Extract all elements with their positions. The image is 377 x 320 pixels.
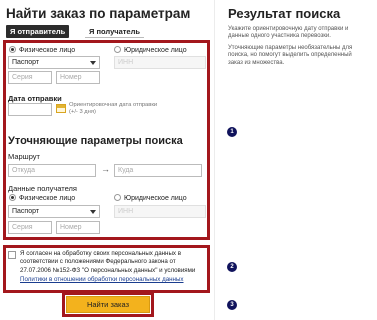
receiver-number-input[interactable]: Номер xyxy=(56,221,100,234)
panel-divider xyxy=(214,0,215,320)
route-label: Маршрут xyxy=(8,152,40,161)
result-instructions: Укажите ориентировочную дату отправки и … xyxy=(228,26,349,40)
radio-icon xyxy=(114,194,121,201)
sender-type-individual[interactable]: Физическое лицо xyxy=(9,46,75,56)
radio-selected-icon xyxy=(9,46,16,53)
step-badge-2: 2 xyxy=(227,262,237,272)
privacy-policy-link[interactable]: Политики в отношении обработки персональ… xyxy=(20,276,184,283)
refine-title: Уточняющие параметры поиска xyxy=(8,135,183,147)
receiver-series-input[interactable]: Серия xyxy=(8,221,52,234)
receiver-doc-type-select[interactable]: Паспорт xyxy=(8,205,100,218)
dispatch-date-input[interactable] xyxy=(8,103,52,116)
consent-checkbox[interactable] xyxy=(8,251,16,259)
tab-sender[interactable]: Я отправитель xyxy=(6,25,70,38)
sender-inn-input[interactable]: ИНН xyxy=(114,56,206,69)
receiver-data-label: Данные получателя xyxy=(8,184,77,193)
receiver-type-legal[interactable]: Юридическое лицо xyxy=(114,194,187,204)
chevron-down-icon xyxy=(90,210,96,214)
dispatch-date-hint: Ориентировочная дата отправки (+/- 3 дня… xyxy=(69,102,158,115)
page-title: Найти заказ по параметрам xyxy=(6,6,191,21)
sender-number-input[interactable]: Номер xyxy=(56,71,100,84)
dispatch-date-label: Дата отправки xyxy=(8,94,62,103)
radio-selected-icon xyxy=(9,194,16,201)
consent-text: Я согласен на обработку своих персональн… xyxy=(20,250,196,274)
result-refine-note: Уточняющие параметры необязательны для п… xyxy=(228,45,353,66)
sender-doc-type-select[interactable]: Паспорт xyxy=(8,56,100,69)
chevron-down-icon xyxy=(90,61,96,65)
radio-icon xyxy=(114,46,121,53)
sender-series-input[interactable]: Серия xyxy=(8,71,52,84)
receiver-inn-input[interactable]: ИНН xyxy=(114,205,206,218)
tab-receiver[interactable]: Я получатель xyxy=(85,25,144,38)
result-title: Результат поиска xyxy=(228,6,341,21)
receiver-type-individual[interactable]: Физическое лицо xyxy=(9,194,75,204)
route-to-input[interactable]: Куда xyxy=(114,164,202,177)
route-from-input[interactable]: Откуда xyxy=(8,164,96,177)
calendar-icon[interactable] xyxy=(56,104,66,113)
step-badge-3: 3 xyxy=(227,300,237,310)
step-badge-1: 1 xyxy=(227,127,237,137)
route-arrow-icon: → xyxy=(101,164,110,174)
sender-type-legal[interactable]: Юридическое лицо xyxy=(114,46,187,56)
find-order-button[interactable]: Найти заказ xyxy=(66,296,150,313)
